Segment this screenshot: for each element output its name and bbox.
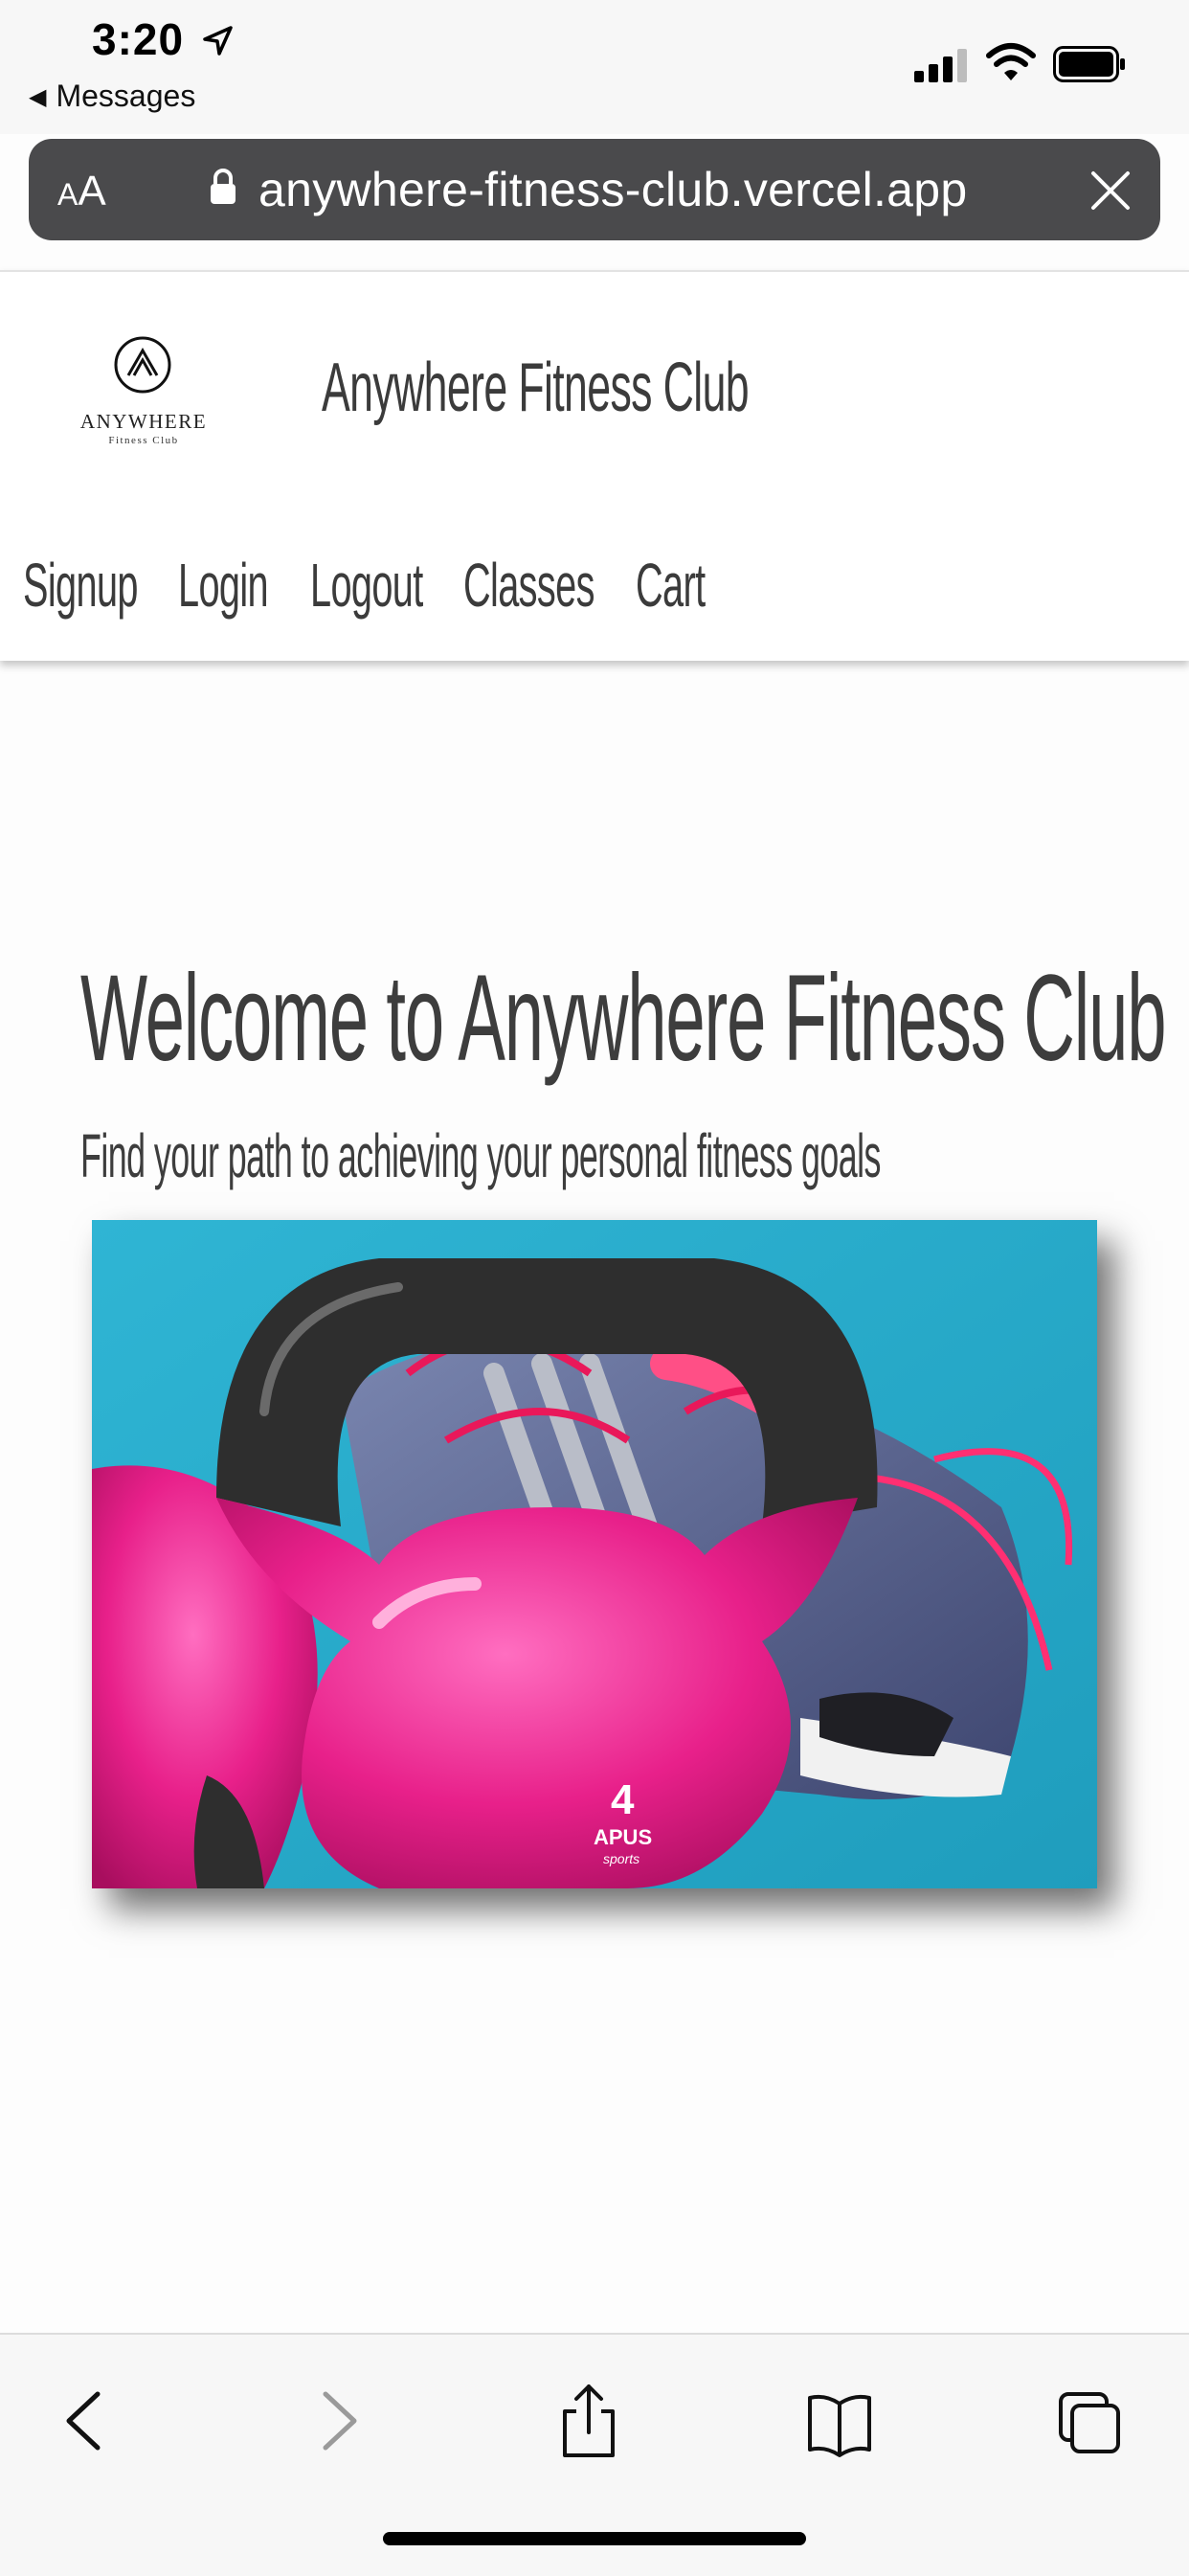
text-size-button[interactable]: AA bbox=[57, 168, 106, 215]
nav-classes-link[interactable]: Classes bbox=[463, 550, 594, 621]
battery-icon bbox=[1053, 46, 1125, 82]
wifi-icon bbox=[986, 43, 1036, 80]
logo-mark-icon bbox=[114, 336, 171, 394]
kettlebell-shoes-illustration: 4 APUS sports bbox=[92, 1220, 1097, 1888]
back-icon[interactable] bbox=[48, 2383, 115, 2459]
forward-icon[interactable] bbox=[306, 2383, 373, 2459]
share-icon[interactable] bbox=[555, 2383, 622, 2459]
close-icon[interactable] bbox=[1089, 169, 1132, 212]
site-title: Anywhere Fitness Club bbox=[322, 350, 750, 426]
status-bar: 3:20 ◀ Messages bbox=[0, 0, 1189, 134]
tabs-icon[interactable] bbox=[1057, 2383, 1124, 2459]
cellular-signal-icon bbox=[914, 49, 967, 82]
kettlebell-brand-text: APUS bbox=[594, 1825, 652, 1849]
nav-login-link[interactable]: Login bbox=[178, 550, 269, 621]
tagline: Find your path to achieving your persona… bbox=[80, 1121, 881, 1190]
status-time: 3:20 bbox=[92, 14, 185, 64]
location-arrow-icon bbox=[203, 26, 233, 56]
site-logo[interactable]: ANYWHERE Fitness Club bbox=[77, 335, 211, 460]
nav-signup-link[interactable]: Signup bbox=[23, 550, 138, 621]
back-to-app-link[interactable]: ◀ Messages bbox=[29, 79, 195, 114]
address-bar[interactable]: AA anywhere-fitness-club.vercel.app bbox=[29, 139, 1160, 240]
home-indicator[interactable] bbox=[383, 2532, 806, 2545]
welcome-heading: Welcome to Anywhere Fitness Club bbox=[80, 950, 1167, 1087]
back-to-app-label: Messages bbox=[56, 79, 196, 113]
url-text[interactable]: anywhere-fitness-club.vercel.app bbox=[258, 162, 968, 217]
back-triangle-icon: ◀ bbox=[29, 84, 47, 110]
nav-cart-link[interactable]: Cart bbox=[636, 550, 706, 621]
kettlebell-weight-text: 4 bbox=[611, 1776, 635, 1823]
nav-logout-link[interactable]: Logout bbox=[310, 550, 423, 621]
lock-icon bbox=[211, 169, 236, 204]
hero-image: 4 APUS sports bbox=[92, 1220, 1097, 1888]
logo-subtitle: Fitness Club bbox=[108, 435, 179, 446]
logo-word: ANYWHERE bbox=[79, 410, 208, 433]
bookmarks-icon[interactable] bbox=[806, 2383, 873, 2459]
site-header: ANYWHERE Fitness Club Anywhere Fitness C… bbox=[0, 270, 1189, 661]
kettlebell-brand-sub-text: sports bbox=[603, 1851, 639, 1866]
